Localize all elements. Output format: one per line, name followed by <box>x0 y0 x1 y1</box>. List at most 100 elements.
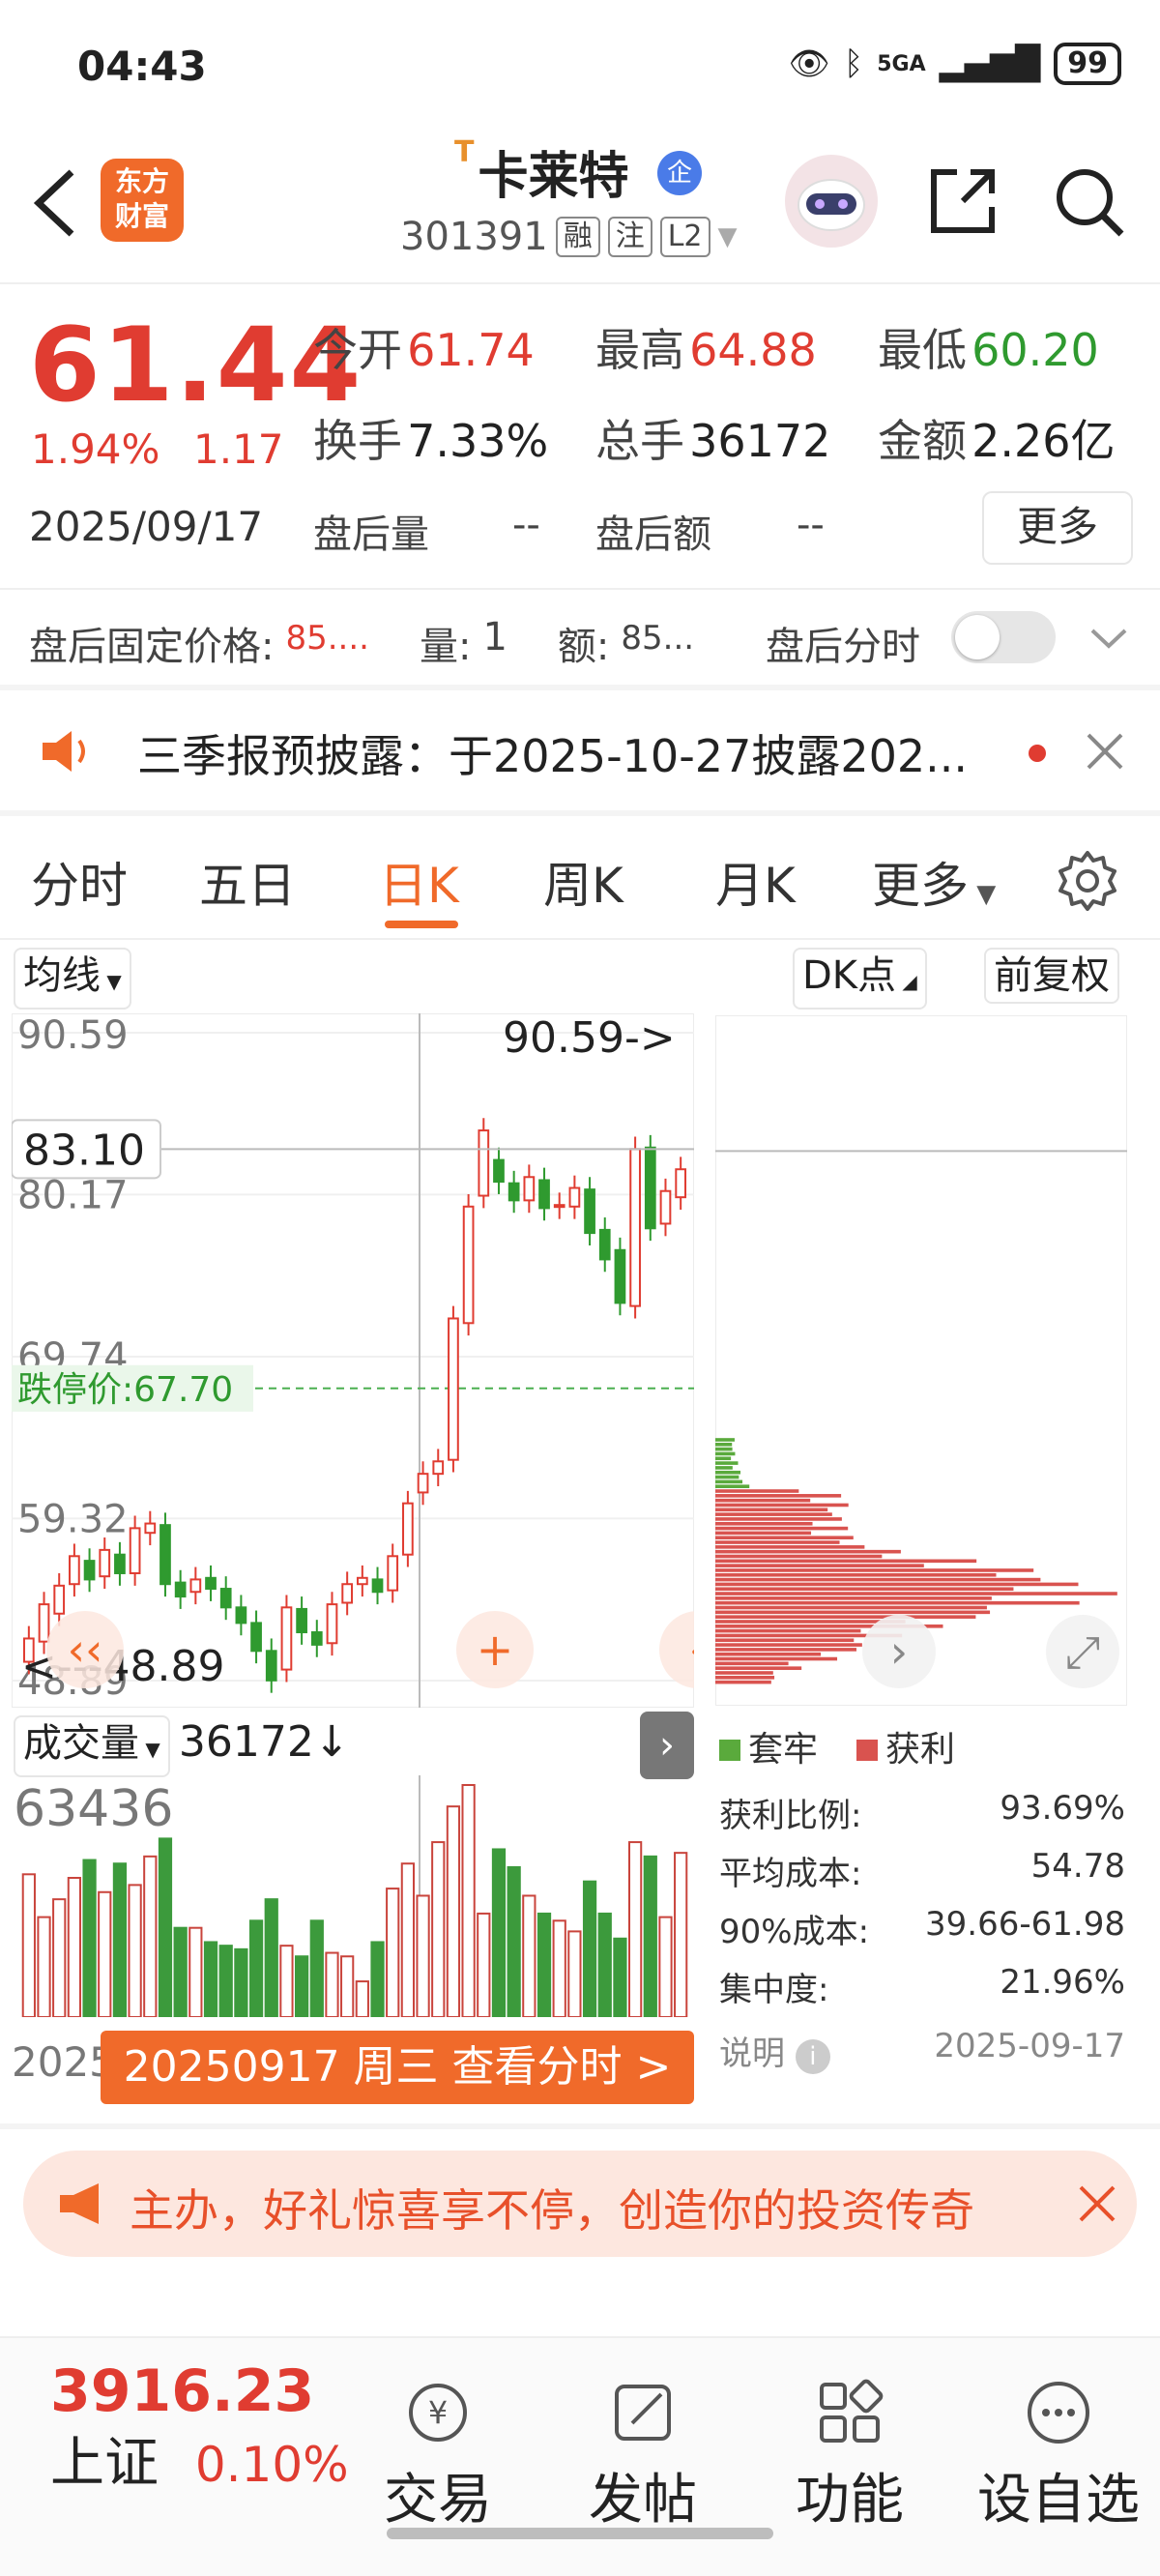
tab-intraday[interactable]: 分时 <box>31 847 128 917</box>
volume-bar <box>203 1941 218 2017</box>
info-icon: i <box>795 2039 830 2074</box>
after-hours-toggle[interactable] <box>951 611 1056 663</box>
candle-body <box>219 1588 232 1609</box>
notice-text[interactable]: 三季报预披露：于2025-10-27披露202... <box>137 721 968 785</box>
candlestick-chart[interactable]: 90.5980.1769.7459.3248.89跌停价:67.7083.109… <box>12 1013 694 1708</box>
chip-next-button-glyph: › <box>890 1625 908 1678</box>
candle-body <box>356 1576 368 1586</box>
gear-icon[interactable] <box>1056 849 1119 913</box>
tab-monthly-k[interactable]: 月K <box>715 847 796 917</box>
chip-bar <box>715 1512 832 1516</box>
chevron-down-icon[interactable] <box>1087 619 1131 658</box>
candle-body <box>493 1158 505 1184</box>
app-logo[interactable]: 东方 财富 <box>101 159 184 242</box>
grid-icon <box>820 2379 884 2443</box>
active-tab-indicator <box>385 921 458 928</box>
volume-bar <box>325 1951 339 2017</box>
index-value: 3916.23 <box>50 2357 315 2425</box>
after-hours-timeshare-label: 盘后分时 <box>766 625 920 669</box>
low-value: 60.20 <box>972 324 1099 376</box>
edit-icon <box>615 2385 671 2441</box>
chip-bar <box>715 1582 1079 1587</box>
more-button[interactable]: 更多 <box>982 491 1133 565</box>
candle-body <box>432 1460 445 1476</box>
candle-body <box>387 1555 399 1592</box>
volume-bar <box>218 1945 233 2017</box>
volume-selector[interactable]: 成交量 ▼ 36172↓ <box>14 1715 350 1777</box>
expand-chevron-icon[interactable]: › <box>640 1712 694 1779</box>
stock-name[interactable]: T卡莱特 <box>454 135 628 208</box>
back-arrow-icon[interactable] <box>27 164 85 242</box>
stock-code-row[interactable]: 301391 融 注 L2 ▼ <box>400 215 738 259</box>
nav-add-watchlist[interactable]: 设自选 <box>967 2377 1150 2534</box>
profit-ratio-value: 93.69% <box>1000 1789 1125 1828</box>
avg-cost-value: 54.78 <box>1030 1847 1125 1886</box>
close-icon[interactable] <box>1073 2180 1121 2228</box>
nav-post[interactable]: 发帖 <box>580 2377 706 2534</box>
tab-daily-k[interactable]: 日K <box>379 847 459 917</box>
dropdown-triangle-icon: ▼ <box>717 222 738 251</box>
tab-more[interactable]: 更多 ▼ <box>872 847 996 917</box>
volume-bar <box>643 1855 657 2017</box>
volume-bar <box>340 1955 355 2017</box>
chip-bar <box>715 1638 855 1643</box>
bluetooth-icon: ᛒ <box>843 44 864 83</box>
turnover-field: 换手 7.33% <box>313 415 549 467</box>
registration-tag: 注 <box>607 217 652 257</box>
volume-bar <box>21 1873 36 2017</box>
volume-bar <box>128 1884 142 2017</box>
chip-bar <box>715 1628 861 1633</box>
candle-body <box>478 1129 490 1197</box>
chip-bar <box>715 1456 732 1461</box>
date-tooltip-view-intraday[interactable]: 20250917 周三 查看分时 > <box>101 2031 694 2104</box>
note-link[interactable]: 说明 i <box>719 2027 830 2085</box>
candle-body <box>675 1168 687 1199</box>
candle-body <box>659 1189 672 1225</box>
chip-bar <box>715 1526 849 1531</box>
chip-bar <box>715 1577 1041 1582</box>
status-time: 04:43 <box>77 43 207 90</box>
volume-bar <box>431 1841 446 2017</box>
candle-body <box>553 1204 566 1209</box>
chip-bar <box>715 1498 811 1503</box>
candle-body <box>598 1228 611 1261</box>
close-icon[interactable] <box>1081 727 1129 776</box>
svg-text:¥: ¥ <box>428 2394 448 2431</box>
candle-body <box>69 1555 80 1586</box>
forward-adjust-button[interactable]: 前复权 <box>984 948 1119 1004</box>
promo-banner[interactable]: 主办，好礼惊喜享不停，创造你的投资传奇 <box>23 2151 1137 2257</box>
nav-functions[interactable]: 功能 <box>787 2377 913 2534</box>
tab-five-day[interactable]: 五日 <box>199 847 296 917</box>
y-axis-label: 90.59 <box>17 1013 129 1058</box>
index-name: 上证 <box>50 2432 159 2495</box>
volume-bar <box>477 1912 491 2017</box>
volume-bar <box>173 1926 188 2017</box>
index-ticker[interactable]: 3916.23 上证 0.10% <box>50 2357 349 2498</box>
chip-bar <box>715 1610 991 1615</box>
volume-bar <box>386 1888 400 2017</box>
change-amount: 1.17 <box>193 425 284 473</box>
volume-bar <box>522 1894 536 2017</box>
volume-bar <box>98 1890 112 2017</box>
dk-point-button[interactable]: DK点 ◢ <box>793 948 927 1010</box>
volume-bar <box>52 1898 67 2017</box>
after-hours-amount-value: -- <box>797 503 825 547</box>
share-icon[interactable] <box>924 162 1001 240</box>
volume-bar <box>234 1947 248 2017</box>
volume-bar <box>264 1898 278 2017</box>
volume-bar <box>158 1837 173 2017</box>
candle-body <box>644 1146 656 1230</box>
volume-field: 总手 36172 <box>595 415 831 467</box>
candle-body <box>341 1583 354 1604</box>
candle-body <box>174 1581 187 1598</box>
moving-average-selector[interactable]: 均线 ▼ <box>14 948 131 1010</box>
tab-weekly-k[interactable]: 周K <box>543 847 624 917</box>
search-icon[interactable] <box>1050 162 1127 240</box>
t-mark: T <box>454 135 475 169</box>
ai-assistant-robot-icon[interactable] <box>785 155 878 248</box>
chip-bar <box>715 1470 740 1475</box>
nav-trade[interactable]: ¥ 交易 <box>375 2377 501 2534</box>
battery-indicator: 99 <box>1054 43 1121 85</box>
quote-date: 2025/09/17 <box>29 503 264 550</box>
high-field: 最高 64.88 <box>595 324 817 376</box>
